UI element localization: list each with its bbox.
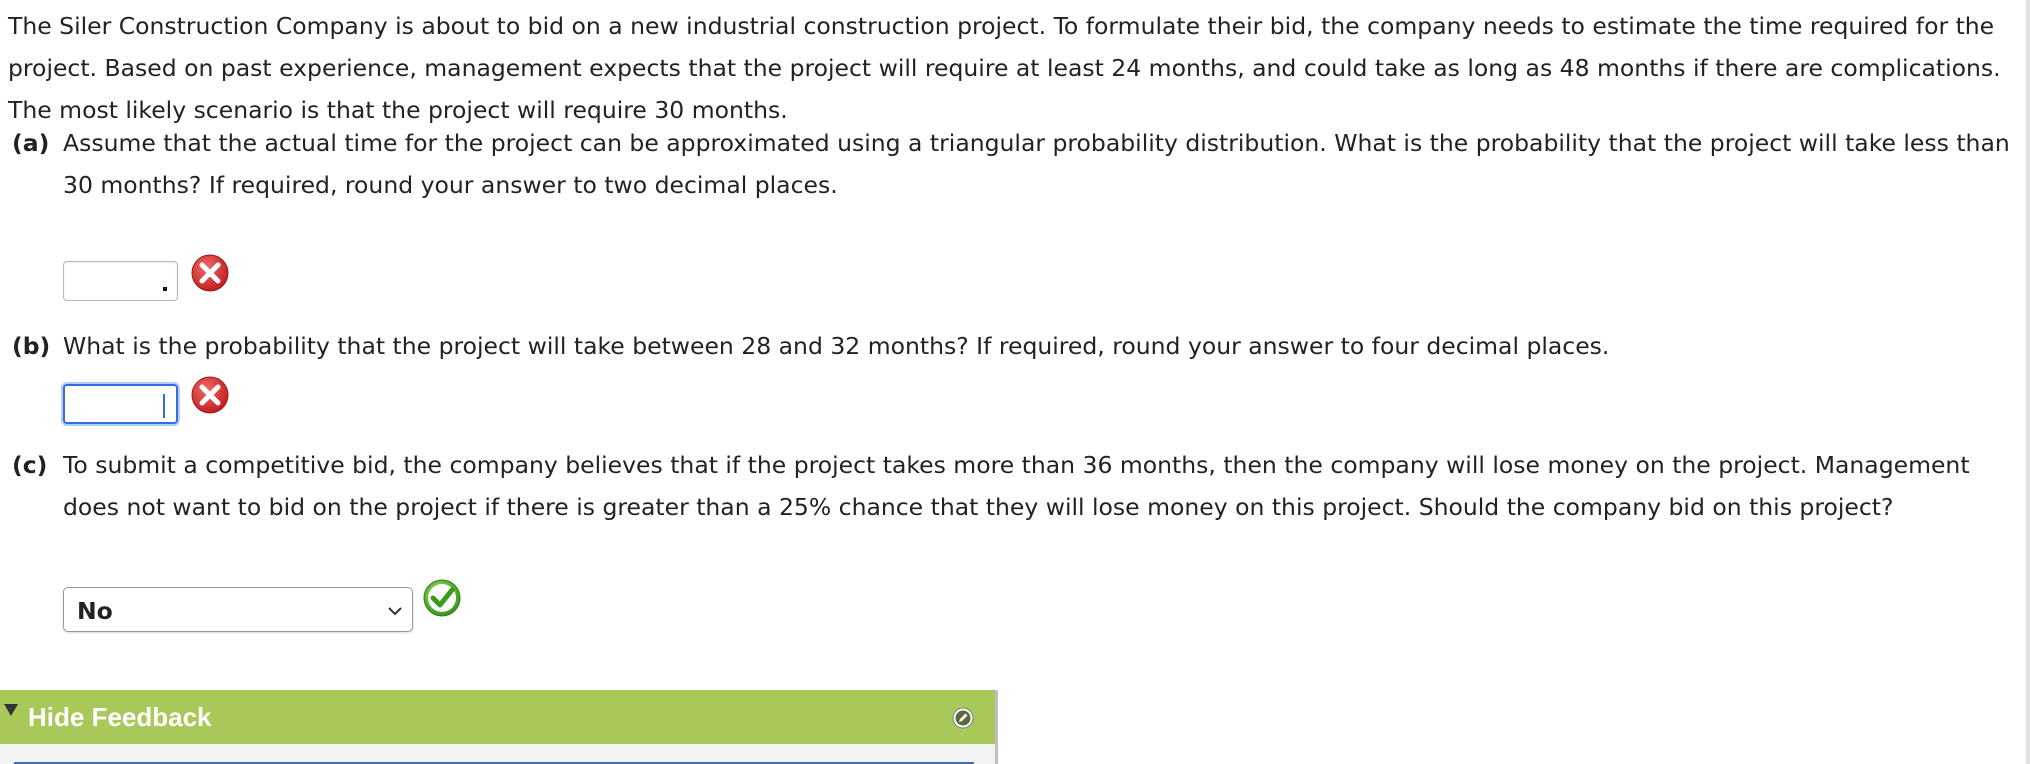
hide-feedback-button[interactable]: Hide Feedback	[28, 700, 212, 734]
assignment-page: The Siler Construction Company is about …	[0, 0, 2030, 764]
question-b-answer-input[interactable]	[63, 384, 178, 424]
scrollbar-edge	[2026, 0, 2030, 764]
question-a-answer-input[interactable]	[63, 261, 178, 301]
question-c-answer-select[interactable]: No	[63, 587, 413, 632]
green-check-icon	[423, 579, 461, 617]
question-c-label: (c)	[12, 451, 48, 479]
problem-intro: The Siler Construction Company is about …	[8, 12, 2001, 124]
question-c-text: To submit a competitive bid, the company…	[63, 451, 1970, 521]
collapse-triangle-icon[interactable]	[4, 704, 18, 716]
feedback-panel	[0, 744, 995, 764]
decimal-point	[163, 287, 167, 291]
question-b-label: (b)	[12, 332, 51, 360]
question-b-text: What is the probability that the project…	[63, 332, 1610, 360]
text-caret	[163, 394, 165, 418]
red-x-icon	[191, 376, 229, 414]
question-a-label: (a)	[12, 129, 50, 157]
question-a-text: Assume that the actual time for the proj…	[63, 129, 2010, 199]
feedback-panel-border	[995, 690, 998, 764]
selected-option: No	[77, 597, 113, 625]
chevron-down-icon	[388, 607, 402, 616]
pencil-icon[interactable]	[952, 707, 974, 729]
red-x-icon	[191, 254, 229, 292]
